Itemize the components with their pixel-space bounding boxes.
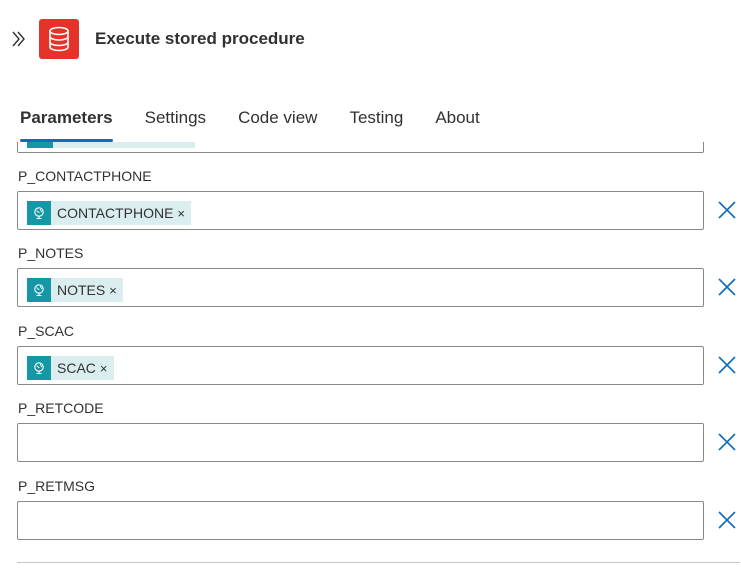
- close-icon: [718, 201, 736, 219]
- parameter-label: P_SCAC: [18, 323, 75, 339]
- close-icon: [718, 278, 736, 296]
- tab-code-view[interactable]: Code view: [238, 106, 317, 144]
- token-icon: [27, 142, 53, 148]
- tab-parameters[interactable]: Parameters: [20, 106, 113, 144]
- tab-settings[interactable]: Settings: [145, 106, 206, 144]
- close-icon: [718, 511, 736, 529]
- action-title: Execute stored procedure: [95, 29, 305, 48]
- globe-icon: [34, 362, 44, 375]
- dynamic-content-token[interactable]: CONTACTPHONE ×: [27, 201, 192, 225]
- tab-testing[interactable]: Testing: [349, 106, 403, 144]
- globe-icon: [34, 207, 44, 220]
- token-icon: [27, 201, 51, 225]
- parameter-input[interactable]: [17, 423, 704, 462]
- dynamic-content-token[interactable]: SCAC ×: [27, 356, 114, 380]
- token-icon: [27, 278, 51, 302]
- token-icon: [27, 356, 51, 380]
- token-label: CONTACTPHONE: [57, 205, 174, 221]
- previous-token: [27, 142, 195, 148]
- parameter-field-retmsg: P_RETMSG: [17, 478, 737, 548]
- remove-parameter-button[interactable]: [717, 200, 737, 220]
- remove-parameter-button[interactable]: [717, 355, 737, 375]
- parameter-field-scac: P_SCAC SCAC ×: [17, 323, 737, 393]
- double-chevron-right-icon: [12, 31, 25, 47]
- tab-about[interactable]: About: [435, 106, 479, 144]
- token-remove-button[interactable]: ×: [175, 206, 191, 221]
- remove-parameter-button[interactable]: [717, 432, 737, 452]
- tab-bar: Parameters Settings Code view Testing Ab…: [20, 106, 512, 146]
- parameter-input[interactable]: NOTES ×: [17, 268, 704, 307]
- globe-icon: [34, 284, 44, 297]
- collapse-panel-button[interactable]: [9, 28, 29, 50]
- token-label: NOTES: [57, 282, 106, 298]
- remove-parameter-button[interactable]: [717, 277, 737, 297]
- previous-parameter-input[interactable]: [17, 142, 704, 153]
- parameter-input[interactable]: CONTACTPHONE ×: [17, 191, 704, 230]
- dynamic-content-token[interactable]: NOTES ×: [27, 278, 123, 302]
- token-remove-button[interactable]: ×: [107, 283, 123, 298]
- parameter-label: P_NOTES: [18, 245, 84, 261]
- parameter-label: P_RETCODE: [18, 400, 104, 416]
- parameter-input[interactable]: [17, 501, 704, 540]
- parameter-input[interactable]: SCAC ×: [17, 346, 704, 385]
- connector-icon-tile: [39, 19, 79, 59]
- close-icon: [718, 433, 736, 451]
- parameter-label: P_CONTACTPHONE: [18, 168, 152, 184]
- parameter-field-retcode: P_RETCODE: [17, 400, 737, 470]
- header: Execute stored procedure: [0, 0, 741, 80]
- close-icon: [718, 356, 736, 374]
- token-label: SCAC: [57, 360, 96, 376]
- parameter-field-contactphone: P_CONTACTPHONE CONTACTPHONE ×: [17, 168, 737, 238]
- remove-parameter-button[interactable]: [717, 510, 737, 530]
- divider: [17, 562, 740, 563]
- parameter-field-notes: P_NOTES NOTES ×: [17, 245, 737, 315]
- database-icon: [49, 26, 69, 52]
- token-remove-button[interactable]: ×: [98, 361, 114, 376]
- parameter-label: P_RETMSG: [18, 478, 96, 494]
